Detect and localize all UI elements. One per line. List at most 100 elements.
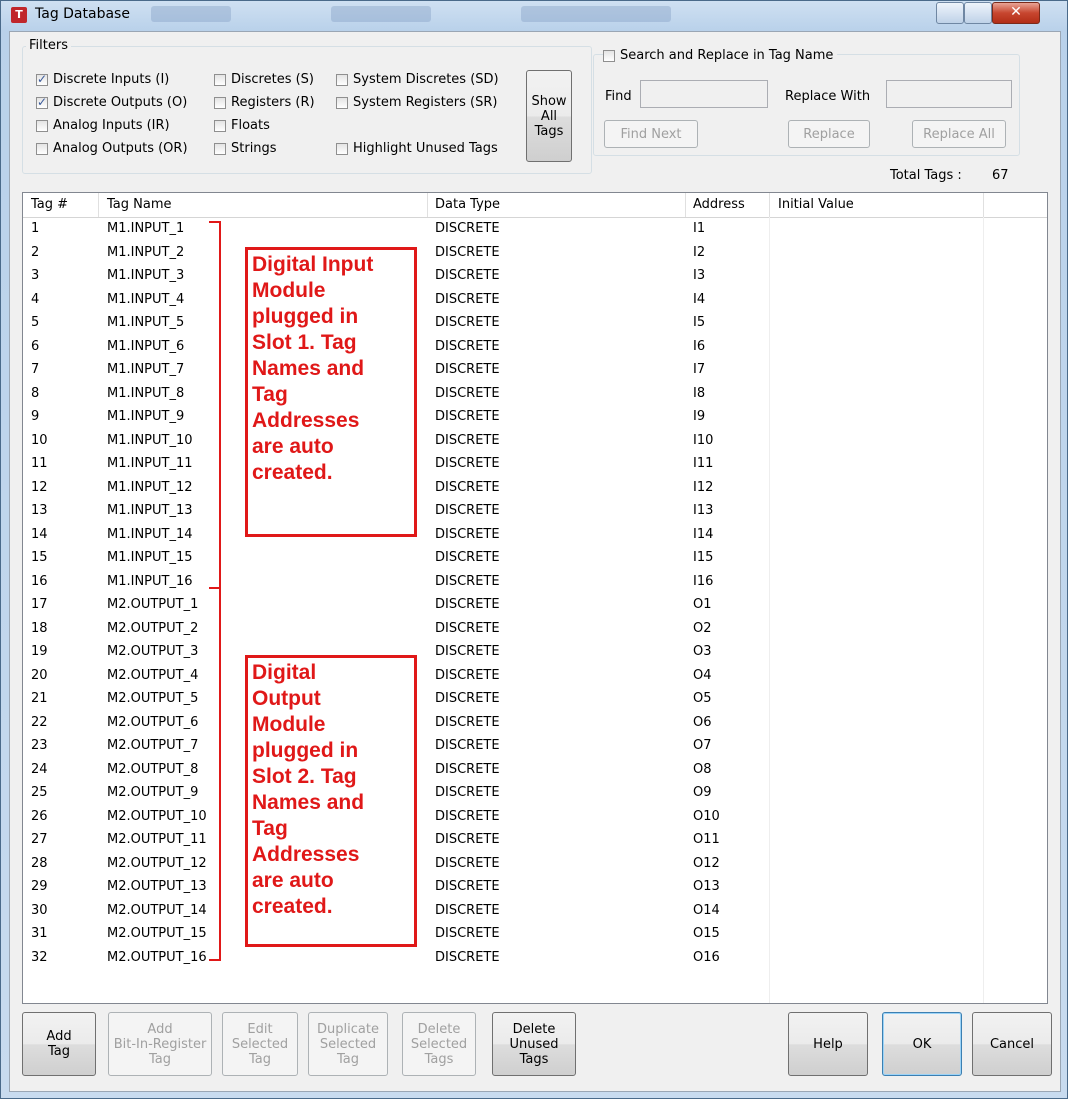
cell-tag-number: 13	[31, 503, 48, 518]
checkbox-system-discretes[interactable]: System Discretes (SD)	[336, 72, 499, 87]
output-group-bracket	[209, 587, 221, 961]
table-row[interactable]: 20 M2.OUTPUT_4 DISCRETE O4	[23, 666, 1047, 686]
cell-tag-number: 5	[31, 315, 40, 330]
total-tags-label: Total Tags :	[890, 168, 962, 183]
checkbox-discrete-inputs[interactable]: Discrete Inputs (I)	[36, 72, 169, 87]
edit-selected-tag-button[interactable]: Edit Selected Tag	[222, 1012, 298, 1076]
close-icon: ✕	[1010, 4, 1022, 20]
table-row[interactable]: 22 M2.OUTPUT_6 DISCRETE O6	[23, 713, 1047, 733]
checkbox-system-registers[interactable]: System Registers (SR)	[336, 95, 497, 110]
table-row[interactable]: 26 M2.OUTPUT_10 DISCRETE O10	[23, 807, 1047, 827]
title-bar[interactable]: T Tag Database ✕	[1, 1, 1067, 29]
checkbox-floats[interactable]: Floats	[214, 118, 270, 133]
close-button[interactable]: ✕	[992, 2, 1040, 24]
minimize-button[interactable]	[936, 2, 964, 24]
checkbox-icon	[214, 119, 226, 132]
table-row[interactable]: 1 M1.INPUT_1 DISCRETE I1	[23, 219, 1047, 239]
table-row[interactable]: 4 M1.INPUT_4 DISCRETE I4	[23, 290, 1047, 310]
table-row[interactable]: 13 M1.INPUT_13 DISCRETE I13	[23, 501, 1047, 521]
cell-data-type: DISCRETE	[435, 291, 500, 307]
cell-tag-number: 18	[31, 620, 48, 636]
header-tag-name[interactable]: Tag Name	[107, 197, 172, 212]
table-row[interactable]: 5 M1.INPUT_5 DISCRETE I5	[23, 313, 1047, 333]
cell-tag-name: M1.INPUT_16	[107, 573, 193, 589]
checkbox-strings[interactable]: Strings	[214, 141, 277, 156]
table-row[interactable]: 12 M1.INPUT_12 DISCRETE I12	[23, 478, 1047, 498]
header-tag-number[interactable]: Tag #	[31, 197, 68, 212]
table-row[interactable]: 27 M2.OUTPUT_11 DISCRETE O11	[23, 830, 1047, 850]
table-row[interactable]: 6 M1.INPUT_6 DISCRETE I6	[23, 337, 1047, 357]
table-row[interactable]: 8 M1.INPUT_8 DISCRETE I8	[23, 384, 1047, 404]
table-row[interactable]: 29 M2.OUTPUT_13 DISCRETE O13	[23, 877, 1047, 897]
background-tab	[151, 6, 231, 22]
table-row[interactable]: 21 M2.OUTPUT_5 DISCRETE O5	[23, 689, 1047, 709]
cell-tag-name: M2.OUTPUT_10	[107, 808, 207, 824]
table-row[interactable]: 23 M2.OUTPUT_7 DISCRETE O7	[23, 736, 1047, 756]
table-row[interactable]: 15 M1.INPUT_15 DISCRETE I15	[23, 548, 1047, 568]
cell-tag-number: 6	[31, 338, 40, 354]
table-row[interactable]: 7 M1.INPUT_7 DISCRETE I7	[23, 360, 1047, 380]
cell-tag-number: 28	[31, 855, 48, 871]
cell-tag-name: M1.INPUT_15	[107, 550, 193, 565]
cell-tag-name: M2.OUTPUT_9	[107, 785, 199, 800]
checkbox-highlight-unused[interactable]: Highlight Unused Tags	[336, 141, 498, 156]
replace-input[interactable]	[886, 80, 1012, 108]
table-row[interactable]: 3 M1.INPUT_3 DISCRETE I3	[23, 266, 1047, 286]
table-row[interactable]: 25 M2.OUTPUT_9 DISCRETE O9	[23, 783, 1047, 803]
table-row[interactable]: 10 M1.INPUT_10 DISCRETE I10	[23, 431, 1047, 451]
find-input[interactable]	[640, 80, 768, 108]
cell-address: O15	[693, 926, 720, 941]
delete-unused-tags-button[interactable]: Delete Unused Tags	[492, 1012, 576, 1076]
checkbox-icon	[336, 73, 348, 86]
table-row[interactable]: 14 M1.INPUT_14 DISCRETE I14	[23, 525, 1047, 545]
cancel-button[interactable]: Cancel	[972, 1012, 1052, 1076]
checkbox-analog-outputs[interactable]: Analog Outputs (OR)	[36, 141, 188, 156]
table-row[interactable]: 2 M1.INPUT_2 DISCRETE I2	[23, 243, 1047, 263]
maximize-button[interactable]	[964, 2, 992, 24]
background-tab	[521, 6, 671, 22]
table-row[interactable]: 30 M2.OUTPUT_14 DISCRETE O14	[23, 901, 1047, 921]
cell-tag-number: 32	[31, 949, 48, 965]
cell-tag-number: 1	[31, 221, 40, 236]
checkbox-icon	[36, 142, 48, 155]
table-row[interactable]: 17 M2.OUTPUT_1 DISCRETE O1	[23, 595, 1047, 615]
checkbox-search-replace[interactable]: Search and Replace in Tag Name	[603, 48, 838, 63]
replace-all-button[interactable]: Replace All	[912, 120, 1006, 148]
header-initial-value[interactable]: Initial Value	[778, 197, 854, 212]
table-row[interactable]: 28 M2.OUTPUT_12 DISCRETE O12	[23, 854, 1047, 874]
table-row[interactable]: 24 M2.OUTPUT_8 DISCRETE O8	[23, 760, 1047, 780]
table-row[interactable]: 31 M2.OUTPUT_15 DISCRETE O15	[23, 924, 1047, 944]
delete-selected-tags-button[interactable]: Delete Selected Tags	[402, 1012, 476, 1076]
cell-data-type: DISCRETE	[435, 785, 500, 800]
cell-tag-name: M2.OUTPUT_6	[107, 714, 199, 730]
table-row[interactable]: 16 M1.INPUT_16 DISCRETE I16	[23, 572, 1047, 592]
header-address[interactable]: Address	[693, 197, 745, 212]
help-button[interactable]: Help	[788, 1012, 868, 1076]
table-row[interactable]: 19 M2.OUTPUT_3 DISCRETE O3	[23, 642, 1047, 662]
add-bit-in-register-tag-button[interactable]: Add Bit-In-Register Tag	[108, 1012, 212, 1076]
checkbox-discrete-outputs[interactable]: Discrete Outputs (O)	[36, 95, 187, 110]
checkbox-discretes[interactable]: Discretes (S)	[214, 72, 314, 87]
table-row[interactable]: 11 M1.INPUT_11 DISCRETE I11	[23, 454, 1047, 474]
find-label: Find	[605, 89, 632, 104]
checkbox-registers[interactable]: Registers (R)	[214, 95, 315, 110]
cell-data-type: DISCRETE	[435, 221, 500, 236]
cell-tag-name: M1.INPUT_11	[107, 456, 193, 471]
replace-button[interactable]: Replace	[788, 120, 870, 148]
find-next-button[interactable]: Find Next	[604, 120, 698, 148]
add-tag-button[interactable]: Add Tag	[22, 1012, 96, 1076]
cell-tag-number: 17	[31, 597, 48, 612]
show-all-tags-button[interactable]: Show All Tags	[526, 70, 572, 162]
table-row[interactable]: 18 M2.OUTPUT_2 DISCRETE O2	[23, 619, 1047, 639]
cell-data-type: DISCRETE	[435, 432, 500, 448]
tag-table[interactable]: Tag # Tag Name Data Type Address Initial…	[22, 192, 1048, 1004]
table-row[interactable]: 9 M1.INPUT_9 DISCRETE I9	[23, 407, 1047, 427]
checkbox-analog-inputs[interactable]: Analog Inputs (IR)	[36, 118, 170, 133]
header-divider	[769, 193, 770, 217]
ok-button[interactable]: OK	[882, 1012, 962, 1076]
table-row[interactable]: 32 M2.OUTPUT_16 DISCRETE O16	[23, 948, 1047, 968]
cell-data-type: DISCRETE	[435, 268, 500, 283]
header-data-type[interactable]: Data Type	[435, 197, 500, 212]
duplicate-selected-tag-button[interactable]: Duplicate Selected Tag	[308, 1012, 388, 1076]
cell-data-type: DISCRETE	[435, 550, 500, 565]
